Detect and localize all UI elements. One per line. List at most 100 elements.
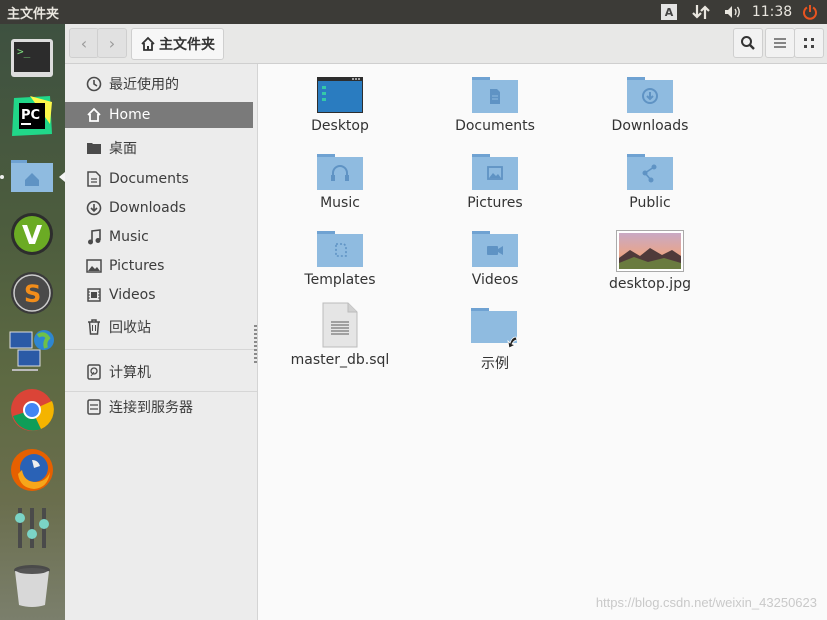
file-name: Desktop (311, 118, 369, 134)
file-item-templates[interactable]: Templates (265, 230, 415, 288)
pycharm-icon: PC (12, 96, 52, 136)
file-item-downloads[interactable]: Downloads (575, 76, 725, 134)
breadcrumb[interactable]: 主文件夹 (131, 28, 224, 60)
remote-desktop-icon (9, 330, 54, 371)
sidebar-item-videos[interactable]: Videos (65, 282, 253, 308)
grid-view-icon (804, 38, 814, 48)
file-name: Music (320, 195, 360, 211)
file-item-desktop[interactable]: Desktop (265, 76, 415, 134)
desktop-folder-icon (317, 77, 363, 113)
sidebar-item-computer[interactable]: 计算机 (65, 359, 253, 385)
search-icon (741, 36, 755, 50)
chevron-left-icon: ‹ (80, 33, 88, 53)
image-thumbnail-icon (616, 230, 684, 272)
sidebar-item-label: Documents (109, 171, 189, 187)
sidebar-divider (65, 349, 257, 350)
svg-text:S: S (24, 280, 41, 308)
launcher-terminal[interactable]: >_ (8, 34, 56, 82)
document-icon (85, 170, 103, 188)
folder-downloads-icon (627, 77, 673, 113)
file-name: Videos (471, 272, 519, 288)
file-name: Documents (455, 118, 535, 134)
music-icon (85, 228, 103, 246)
sidebar-item-desktop[interactable]: 桌面 (65, 135, 253, 161)
sidebar-item-label: Home (109, 107, 151, 123)
picture-icon (85, 257, 103, 275)
svg-text:PC: PC (21, 108, 40, 123)
file-item-public[interactable]: Public (575, 153, 725, 211)
file-item-documents[interactable]: Documents (420, 76, 570, 134)
video-icon (85, 286, 103, 304)
sidebar-item-label: Music (109, 229, 149, 245)
top-panel: 主文件夹 A 11:38 (0, 0, 827, 24)
file-name: desktop.jpg (609, 276, 691, 292)
sidebar-item-pictures[interactable]: Pictures (65, 253, 253, 279)
sidebar-item-label: 回收站 (109, 320, 151, 336)
home-folder-icon (11, 160, 53, 192)
window-title: 主文件夹 (7, 7, 60, 22)
sidebar-item-label: 桌面 (109, 141, 137, 157)
sidebar-item-connect-server[interactable]: 连接到服务器 (65, 394, 253, 420)
sidebar-item-documents[interactable]: Documents (65, 166, 253, 192)
running-indicator (0, 175, 4, 179)
chevron-right-icon: › (108, 33, 116, 53)
file-item-music[interactable]: Music (265, 153, 415, 211)
trash-icon (85, 318, 103, 336)
file-view: Desktop Documents Downloads Music Pictur… (258, 64, 827, 620)
launcher-sublime[interactable]: S (8, 269, 56, 317)
svg-text:>_: >_ (17, 45, 31, 58)
file-name: Downloads (611, 118, 689, 134)
chrome-icon (11, 389, 54, 431)
sidebar-item-music[interactable]: Music (65, 224, 253, 250)
launcher-firefox[interactable] (8, 446, 56, 494)
file-item-videos[interactable]: Videos (420, 230, 570, 288)
launcher-files[interactable] (8, 152, 56, 200)
sidebar-item-recent[interactable]: 最近使用的 (65, 71, 253, 97)
keyboard-indicator[interactable]: A (660, 2, 678, 22)
sidebar-resize-handle[interactable] (254, 325, 257, 365)
breadcrumb-label: 主文件夹 (159, 37, 215, 53)
sidebar-item-home[interactable]: Home (65, 102, 253, 128)
launcher-vim[interactable]: V (8, 210, 56, 258)
file-item-master-db-sql[interactable]: master_db.sql (265, 302, 415, 368)
launcher-remote-desktop[interactable] (8, 326, 56, 374)
launcher-pycharm[interactable]: PC (8, 92, 56, 140)
file-item-examples[interactable]: 示例 (420, 307, 570, 373)
clock-icon (85, 75, 103, 93)
sublime-icon: S (11, 272, 53, 314)
sidebar-item-label: 最近使用的 (109, 77, 179, 93)
list-view-icon (774, 38, 786, 48)
search-button[interactable] (733, 28, 763, 58)
launcher-chrome[interactable] (8, 386, 56, 434)
list-view-button[interactable] (765, 28, 795, 58)
sidebar: 最近使用的 Home 桌面 Documents Downloads Music … (65, 64, 258, 620)
home-icon (141, 36, 155, 51)
folder-documents-icon (472, 77, 518, 113)
svg-text:V: V (22, 221, 42, 251)
file-name: 示例 (481, 356, 509, 372)
folder-public-icon (627, 154, 673, 190)
sidebar-item-trash[interactable]: 回收站 (65, 314, 253, 340)
forward-button[interactable]: › (97, 28, 127, 58)
folder-link-icon (471, 308, 518, 349)
power-icon[interactable] (800, 2, 820, 22)
network-icon[interactable] (690, 2, 712, 22)
sidebar-item-label: 计算机 (109, 365, 151, 381)
firefox-icon (11, 449, 53, 491)
file-item-desktop-jpg[interactable]: desktop.jpg (575, 230, 725, 292)
grid-view-button[interactable] (794, 28, 824, 58)
sidebar-item-downloads[interactable]: Downloads (65, 195, 253, 221)
header-bar: ‹ › 主文件夹 (65, 24, 827, 64)
launcher-trash[interactable] (8, 562, 56, 610)
watermark: https://blog.csdn.net/weixin_43250623 (595, 595, 817, 610)
sidebar-divider (65, 391, 257, 392)
file-item-pictures[interactable]: Pictures (420, 153, 570, 211)
vim-icon: V (11, 213, 53, 255)
launcher-settings[interactable] (8, 504, 56, 552)
computer-icon (85, 363, 103, 381)
file-name: Pictures (467, 195, 523, 211)
clock[interactable]: 11:38 (752, 2, 792, 22)
back-button[interactable]: ‹ (69, 28, 99, 58)
volume-icon[interactable] (721, 2, 745, 22)
download-icon (85, 199, 103, 217)
